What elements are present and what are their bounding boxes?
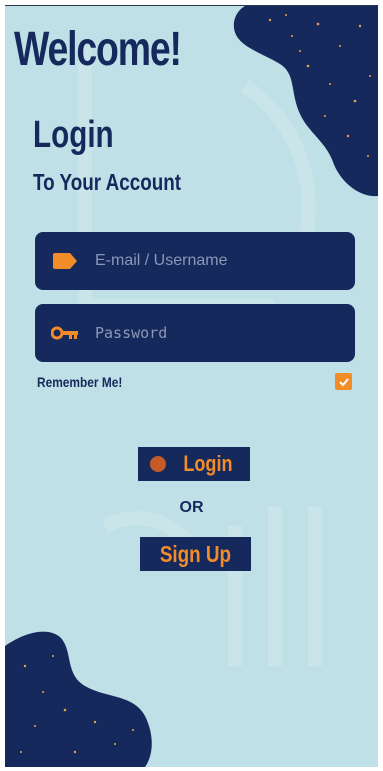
login-screen: Welcome! Login To Your Account E-mail / … <box>5 5 378 767</box>
remember-me-label: Remember Me! <box>37 374 123 390</box>
signup-button-label: Sign Up <box>159 540 232 567</box>
tag-icon <box>35 253 95 269</box>
login-heading: Login <box>33 114 114 156</box>
remember-me-checkbox[interactable] <box>335 373 352 390</box>
dot-icon <box>150 456 167 472</box>
login-button[interactable]: Login <box>138 447 250 481</box>
username-placeholder: E-mail / Username <box>95 252 228 269</box>
username-field[interactable]: E-mail / Username <box>35 232 355 290</box>
password-field[interactable]: Password <box>35 304 355 362</box>
signup-button[interactable]: Sign Up <box>140 537 251 571</box>
or-divider: OR <box>179 499 204 516</box>
welcome-heading: Welcome! <box>14 23 182 76</box>
key-icon <box>35 326 95 340</box>
checkmark-icon <box>338 377 349 386</box>
password-placeholder: Password <box>95 324 168 342</box>
login-button-label: Login <box>183 451 233 476</box>
account-subheading: To Your Account <box>33 169 182 195</box>
